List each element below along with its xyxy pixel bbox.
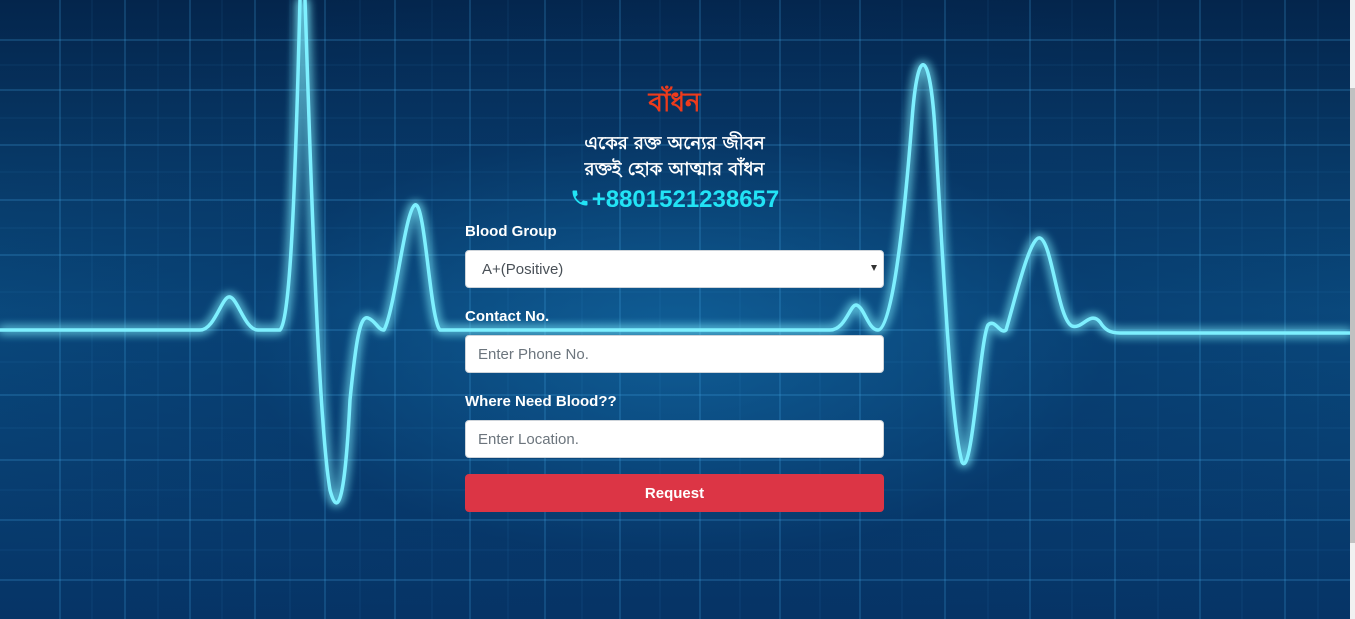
request-form-container: বাঁধন একের রক্ত অন্যের জীবন রক্তই হোক আত… [465, 85, 884, 512]
blood-group-selected-value: A+(Positive) [482, 260, 564, 278]
location-input[interactable] [465, 420, 884, 458]
tagline-line-2: রক্তই হোক আত্মার বাঁধন [584, 159, 765, 180]
contact-phone[interactable]: +8801521238657 [465, 185, 884, 215]
phone-input[interactable] [465, 335, 884, 373]
location-label: Where Need Blood?? [465, 393, 617, 410]
scrollbar[interactable] [1350, 0, 1355, 619]
scrollbar-thumb[interactable] [1350, 88, 1355, 543]
request-button[interactable]: Request [465, 474, 884, 512]
phone-icon [570, 186, 590, 206]
blood-group-label: Blood Group [465, 223, 557, 240]
chevron-down-icon [871, 265, 877, 271]
blood-group-select[interactable]: A+(Positive) [465, 250, 884, 288]
contact-label: Contact No. [465, 308, 550, 325]
tagline-line-1: একের রক্ত অন্যের জীবন [584, 133, 765, 154]
brand-title: বাঁধন [648, 88, 701, 118]
phone-number: +8801521238657 [591, 186, 780, 213]
